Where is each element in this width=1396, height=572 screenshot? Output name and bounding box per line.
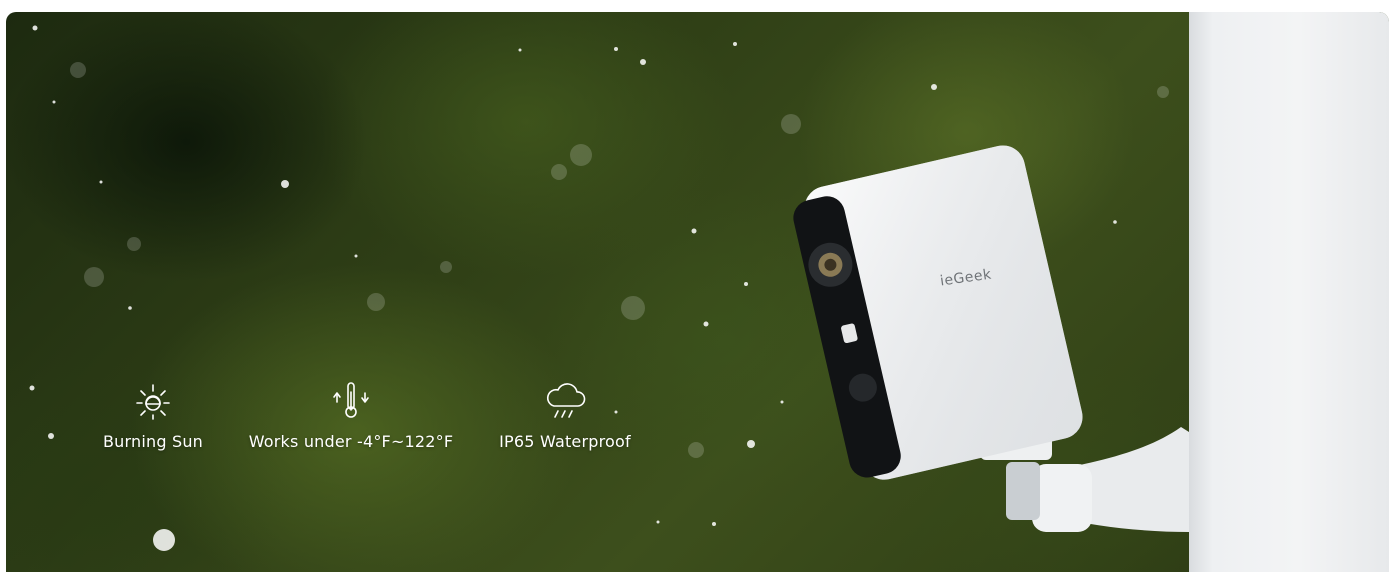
security-camera xyxy=(793,145,1189,532)
rain-cloud-icon xyxy=(546,383,586,418)
feature-waterproof: IP65 Waterproof xyxy=(490,380,640,451)
feature-temperature-range: Works under -4°F~122°F xyxy=(246,380,456,451)
feature-label: IP65 Waterproof xyxy=(499,432,631,451)
feature-label: Works under -4°F~122°F xyxy=(248,432,454,451)
temperature-icon xyxy=(333,382,369,418)
sun-icon xyxy=(136,384,170,420)
feature-burning-sun: Burning Sun xyxy=(98,380,208,451)
feature-label: Burning Sun xyxy=(102,432,204,451)
product-banner: ieGeek Burning Sun Works under -4°F~122°… xyxy=(6,12,1389,572)
